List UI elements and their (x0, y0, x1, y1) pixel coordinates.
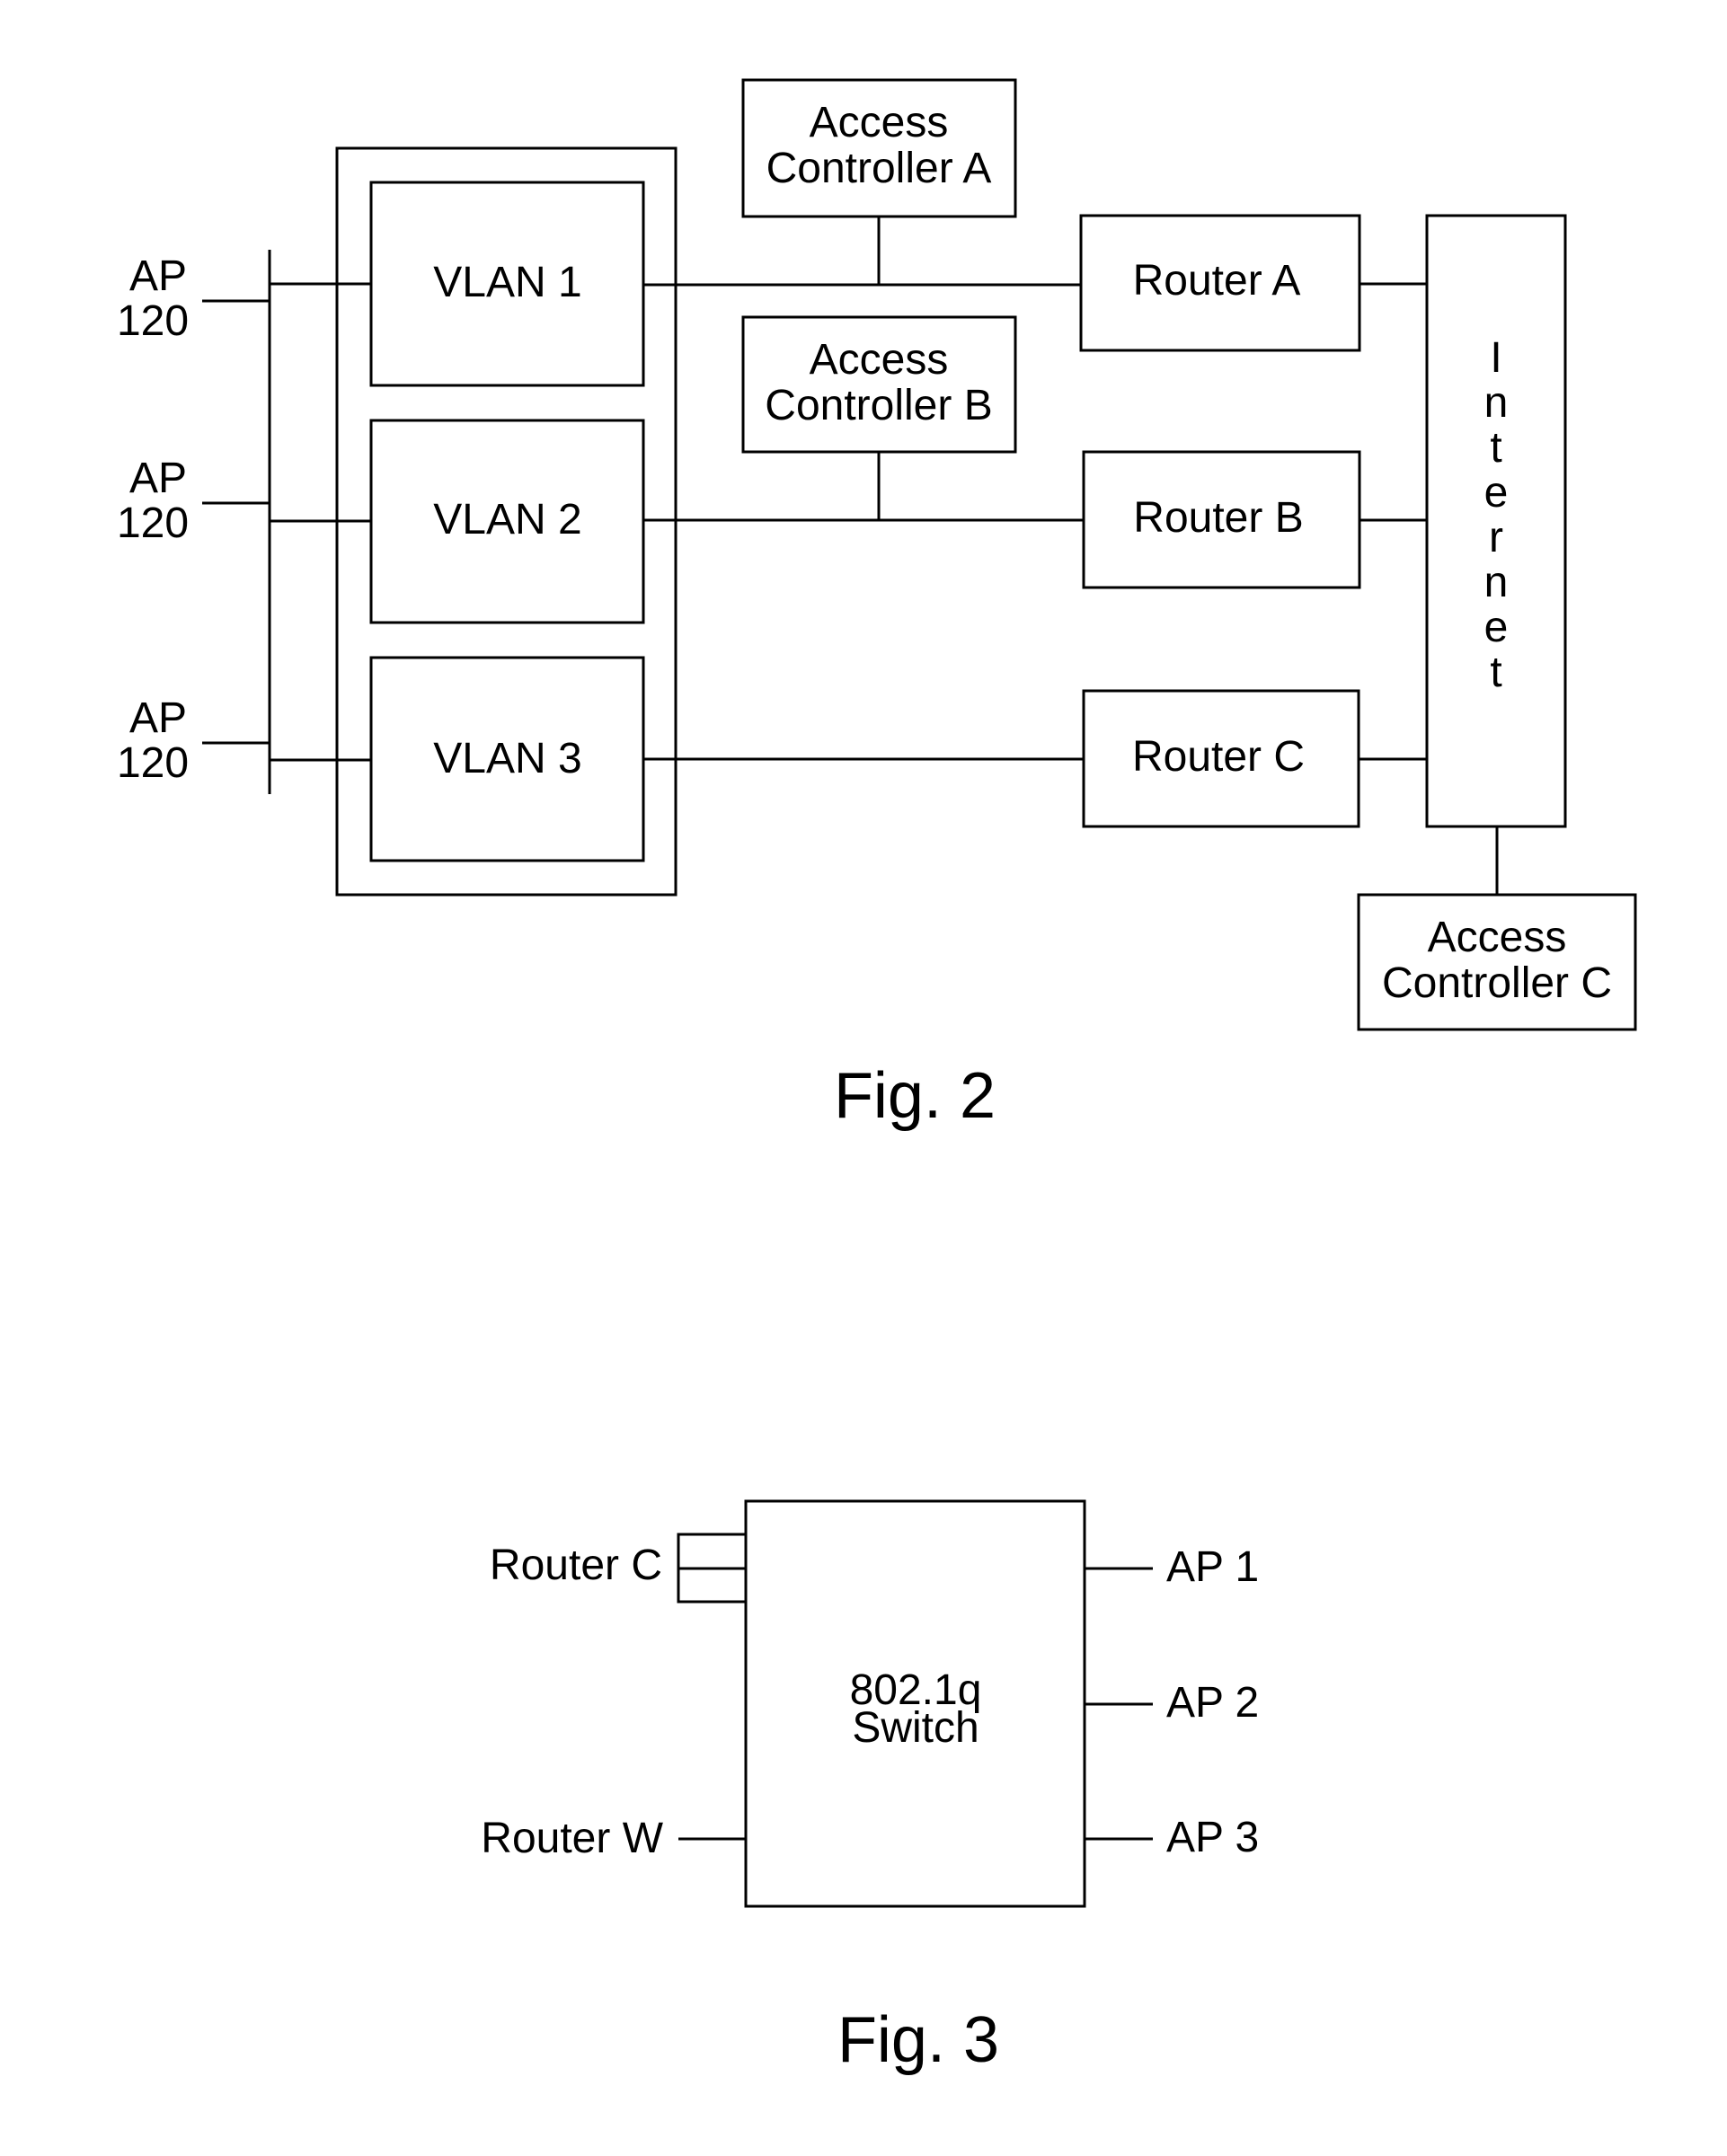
internet-letter: e (1484, 604, 1509, 651)
access-controller-c: Access Controller C (1357, 893, 1637, 1031)
vlan-1-label: VLAN 1 (433, 259, 581, 306)
switch-8021q: 802.1q Switch (744, 1499, 1086, 1908)
router-a-label: Router A (1133, 257, 1301, 305)
access-point-3: AP 120 (117, 694, 270, 787)
router-c: Router C (1082, 689, 1427, 828)
internet-letter: n (1484, 379, 1509, 427)
fig3-caption: Fig. 3 (837, 2004, 999, 2076)
access-controller-b-label-line2: Controller B (765, 382, 992, 429)
vlan-3: VLAN 3 (369, 656, 645, 862)
internet: Internet (1425, 214, 1567, 895)
patent-figures: AP 120 AP 120 AP 120 VLAN 1 VLAN 2 VLAN … (117, 78, 1637, 2076)
access-controller-c-label-line1: Access (1428, 914, 1567, 961)
router-c-label: Router C (1132, 733, 1305, 781)
access-controller-a-label-line1: Access (810, 99, 949, 146)
router-w-port: Router W (481, 1815, 746, 1862)
internet-letter: e (1484, 469, 1509, 517)
access-controller-a-label-line2: Controller A (766, 145, 992, 192)
access-controller-b: Access Controller B (741, 315, 1017, 520)
ap-3-label-line2: 120 (117, 739, 189, 787)
access-controller-a: Access Controller A (741, 78, 1017, 285)
vlan-2: VLAN 2 (369, 419, 645, 624)
internet-letter: t (1490, 649, 1501, 696)
ap-3-label-line1: AP (129, 694, 187, 742)
ap-1-label-line2: 120 (117, 297, 189, 345)
ap-3-port: AP 3 (1085, 1814, 1259, 1861)
router-b: Router B (1082, 450, 1427, 589)
internet-letter: n (1484, 559, 1509, 606)
ap-2-label-line1: AP (129, 455, 187, 502)
internet-letter: I (1490, 334, 1501, 382)
internet-letter: r (1489, 514, 1503, 561)
access-controller-c-label-line2: Controller C (1382, 959, 1612, 1007)
fig3-diagram: 802.1q Switch Router C Router W AP 1 AP … (481, 1499, 1259, 2076)
internet-label: Internet (1484, 334, 1509, 696)
router-a: Router A (1079, 214, 1427, 352)
ap-3-port-label: AP 3 (1166, 1814, 1259, 1861)
router-w-port-label: Router W (481, 1815, 663, 1862)
vlan-2-label: VLAN 2 (433, 496, 581, 543)
switch-label-line2: Switch (852, 1704, 979, 1752)
ap-2-port: AP 2 (1085, 1679, 1259, 1727)
ap-1-port-label: AP 1 (1166, 1543, 1259, 1591)
router-b-label: Router B (1133, 494, 1303, 542)
vlan-1: VLAN 1 (369, 181, 645, 387)
ap-2-port-label: AP 2 (1166, 1679, 1259, 1727)
access-controller-b-label-line1: Access (810, 336, 949, 384)
access-point-2: AP 120 (117, 455, 270, 547)
internet-letter: t (1490, 424, 1501, 472)
ap-2-label-line2: 120 (117, 499, 189, 547)
vlan-3-label: VLAN 3 (433, 735, 581, 782)
router-c-port-label: Router C (490, 1542, 662, 1589)
fig2-caption: Fig. 2 (834, 1060, 996, 1132)
access-point-1: AP 120 (117, 252, 270, 345)
ap-1-port: AP 1 (1085, 1543, 1259, 1591)
fig2-diagram: AP 120 AP 120 AP 120 VLAN 1 VLAN 2 VLAN … (117, 78, 1637, 1132)
ap-1-label-line1: AP (129, 252, 187, 300)
router-c-port: Router C (490, 1533, 748, 1604)
